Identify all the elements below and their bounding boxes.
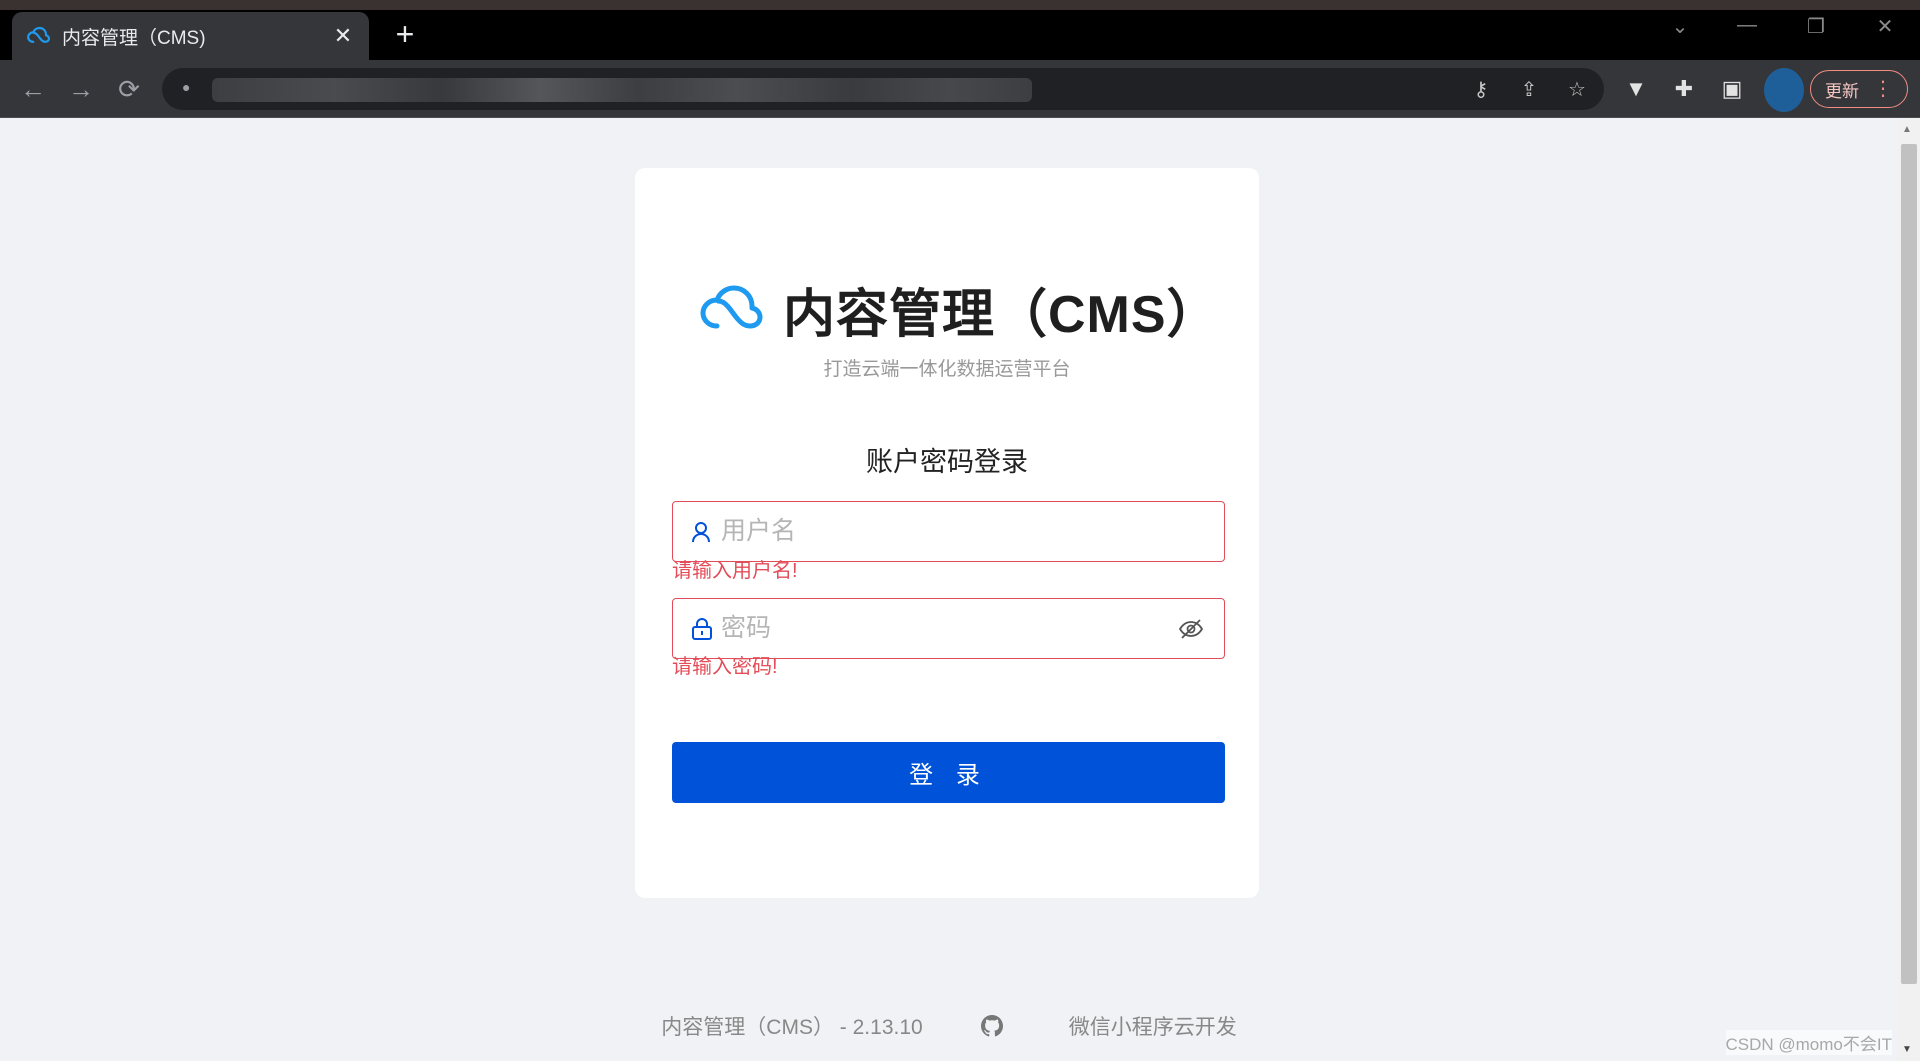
app-title: 内容管理（CMS） xyxy=(783,286,1220,344)
cloud-favicon-icon xyxy=(26,26,50,46)
menu-dots-icon: ⋮ xyxy=(1873,78,1893,100)
address-bar[interactable]: ● ⚷ ⇪ ☆ xyxy=(162,68,1604,110)
key-icon[interactable]: ⚷ xyxy=(1468,77,1494,103)
brand-header: 内容管理（CMS） xyxy=(697,272,1220,347)
active-tab[interactable]: 内容管理（CMS) ✕ xyxy=(12,12,369,60)
update-label: 更新 xyxy=(1825,81,1859,101)
user-icon xyxy=(691,519,715,545)
tab-search-icon[interactable]: ⌄ xyxy=(1660,14,1700,39)
csdn-watermark: CSDN @momo不会IT xyxy=(1725,1030,1892,1055)
browser-toolbar: ← → ⟳ ● ⚷ ⇪ ☆ ▼ ✚ ▣ 更新 ⋮ xyxy=(0,60,1920,118)
site-info-icon[interactable]: ● xyxy=(182,79,190,95)
share-icon[interactable]: ⇪ xyxy=(1516,77,1542,103)
extension-icon[interactable]: ▼ xyxy=(1620,72,1652,106)
username-error: 请输入用户名! xyxy=(672,560,798,582)
page-viewport: 内容管理（CMS） 打造云端一体化数据运营平台 账户密码登录 请输入用户名! xyxy=(0,118,1898,1061)
tab-title: 内容管理（CMS) xyxy=(62,27,206,49)
reload-icon[interactable]: ⟳ xyxy=(112,72,146,106)
sidepanel-icon[interactable]: ▣ xyxy=(1716,72,1748,106)
eye-off-icon[interactable] xyxy=(1178,617,1206,641)
scroll-down-icon[interactable]: ▼ xyxy=(1902,1044,1912,1055)
username-input[interactable] xyxy=(721,517,1206,546)
tab-close-icon[interactable]: ✕ xyxy=(331,23,355,49)
lock-icon xyxy=(691,616,715,642)
star-icon[interactable]: ☆ xyxy=(1564,77,1590,103)
cloud-logo-icon xyxy=(697,284,763,336)
github-icon[interactable] xyxy=(980,1015,1003,1037)
scroll-up-icon[interactable]: ▲ xyxy=(1902,124,1912,135)
forward-icon[interactable]: → xyxy=(64,72,98,106)
window-top-edge xyxy=(0,0,1920,10)
login-button[interactable]: 登 录 xyxy=(672,742,1225,803)
browser-window: 内容管理（CMS) ✕ + ⌄ — ❐ ✕ ← → ⟳ ● ⚷ ⇪ ☆ ▼ ✚ … xyxy=(0,0,1920,1061)
restore-button[interactable]: ❐ xyxy=(1796,14,1836,39)
new-tab-button[interactable]: + xyxy=(388,18,422,52)
profile-avatar[interactable] xyxy=(1764,68,1804,112)
close-window-button[interactable]: ✕ xyxy=(1865,14,1905,39)
page-footer: 内容管理（CMS） - 2.13.10 微信小程序云开发 xyxy=(0,1011,1898,1041)
minimize-button[interactable]: — xyxy=(1727,14,1767,37)
username-field[interactable] xyxy=(672,501,1225,562)
footer-link[interactable]: 微信小程序云开发 xyxy=(1069,1011,1237,1041)
login-card: 内容管理（CMS） 打造云端一体化数据运营平台 账户密码登录 请输入用户名! xyxy=(635,168,1259,898)
password-error: 请输入密码! xyxy=(672,656,778,678)
password-input[interactable] xyxy=(721,614,1178,643)
vertical-scrollbar[interactable]: ▲ ▼ xyxy=(1898,118,1920,1061)
puzzle-icon[interactable]: ✚ xyxy=(1668,72,1700,106)
form-title: 账户密码登录 xyxy=(866,447,1028,477)
back-icon[interactable]: ← xyxy=(16,72,50,106)
footer-version: 内容管理（CMS） - 2.13.10 xyxy=(661,1016,923,1039)
tab-strip: 内容管理（CMS) ✕ + ⌄ — ❐ ✕ xyxy=(0,0,1920,60)
app-slogan: 打造云端一体化数据运营平台 xyxy=(823,359,1071,380)
update-button[interactable]: 更新 ⋮ xyxy=(1810,70,1908,108)
scroll-thumb[interactable] xyxy=(1901,144,1917,984)
blurred-url xyxy=(212,78,1032,102)
